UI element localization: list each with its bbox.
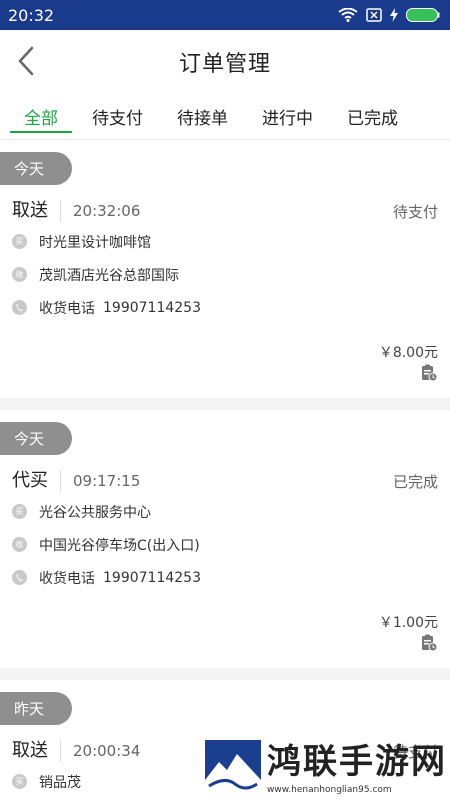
order-type: 取送 [12,740,61,762]
order-price: ￥8.00元 [378,345,438,361]
order-time: 09:17:15 [73,472,141,490]
tab-pending-payment[interactable]: 待支付 [78,94,157,139]
order-status: 已完成 [392,472,438,491]
page-title: 订单管理 [178,52,271,77]
phone-icon [12,300,27,315]
order-status: 待支付 [392,202,438,221]
status-icons [338,8,440,22]
watermark-url: www.henanhonglian95.com [267,785,392,795]
pickup-address: 时光里设计咖啡馆 [39,234,151,251]
pickup-row: 买 光谷公共服务中心 [0,495,450,528]
watermark: 鸿联手游网 www.henanhonglian95.com [205,740,450,800]
no-sim-icon [366,8,382,22]
order-actions [0,628,450,668]
phone-label: 收货电话 [39,300,95,317]
delivery-icon: 收 [12,537,27,552]
day-label: 今天 [0,152,73,185]
order-price: ￥1.00元 [378,615,438,631]
order-card[interactable]: 今天 代买 09:17:15 已完成 买 光谷公共服务中心 收 中国光谷停车场C… [0,410,450,668]
wifi-icon [338,8,358,22]
tab-pending-accept[interactable]: 待接单 [163,94,242,139]
order-detail-icon[interactable] [420,634,438,652]
phone-number: 19907114253 [103,299,201,316]
status-bar: 20:32 [0,0,450,30]
pickup-address: 光谷公共服务中心 [39,504,151,521]
charging-icon [390,8,398,22]
pickup-address: 销品茂 [39,774,81,791]
delivery-address: 茂凯酒店光谷总部国际 [39,267,179,284]
phone-row: 收货电话 19907114253 [0,561,450,594]
order-header: 代买 09:17:15 已完成 [0,455,450,495]
tab-completed[interactable]: 已完成 [333,94,412,139]
order-list: 今天 取送 20:32:06 待支付 买 时光里设计咖啡馆 收 茂凯酒店光谷总部… [0,140,450,798]
pickup-icon: 买 [12,504,27,519]
order-type: 代买 [12,470,61,492]
order-tabs: 全部 待支付 待接单 进行中 已完成 [0,94,450,140]
battery-icon [406,8,440,22]
tab-all[interactable]: 全部 [10,94,72,139]
pickup-row: 买 时光里设计咖啡馆 [0,225,450,258]
watermark-logo-icon [205,740,261,796]
phone-number: 19907114253 [103,569,201,586]
delivery-address: 中国光谷停车场C(出入口) [39,537,200,554]
order-type: 取送 [12,200,61,222]
back-arrow-icon[interactable] [12,44,42,78]
order-header: 取送 20:32:06 待支付 [0,185,450,225]
status-time: 20:32 [8,5,55,25]
delivery-row: 收 中国光谷停车场C(出入口) [0,528,450,561]
pickup-icon: 买 [12,234,27,249]
watermark-name: 鸿联手游网 [267,742,447,782]
day-label: 昨天 [0,692,73,725]
order-detail-icon[interactable] [420,364,438,382]
delivery-row: 收 茂凯酒店光谷总部国际 [0,258,450,291]
phone-label: 收货电话 [39,570,95,587]
order-time: 20:32:06 [73,202,141,220]
order-actions [0,358,450,398]
tab-in-progress[interactable]: 进行中 [248,94,327,139]
app-header: 订单管理 [0,30,450,94]
delivery-icon: 收 [12,267,27,282]
phone-row: 收货电话 19907114253 [0,291,450,324]
order-card[interactable]: 今天 取送 20:32:06 待支付 买 时光里设计咖啡馆 收 茂凯酒店光谷总部… [0,140,450,398]
pickup-icon: 买 [12,774,27,789]
day-label: 今天 [0,422,73,455]
phone-icon [12,570,27,585]
